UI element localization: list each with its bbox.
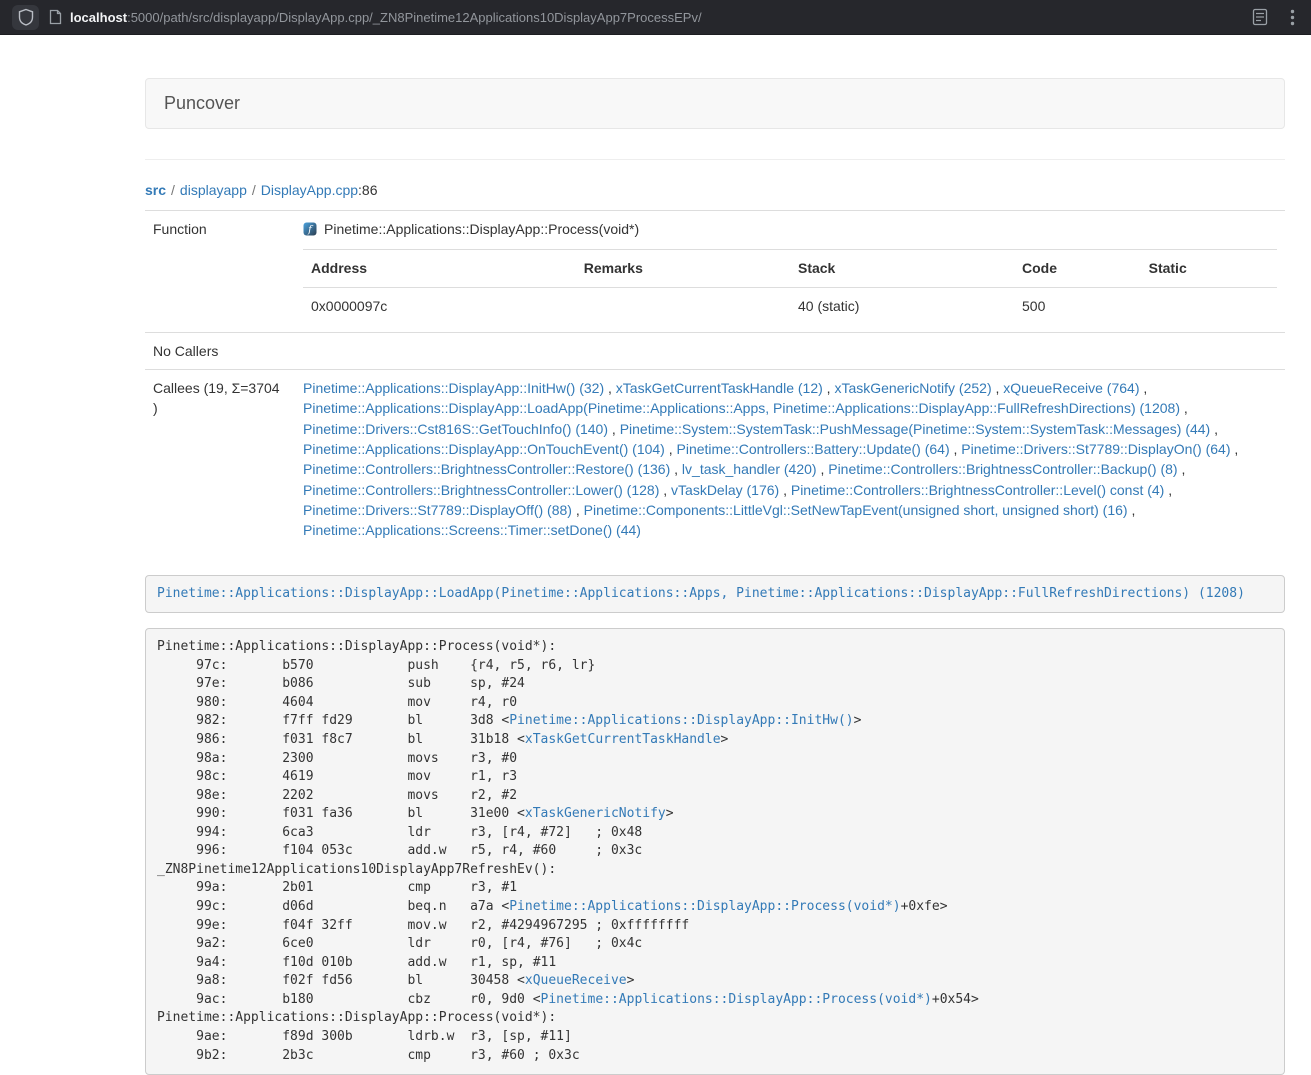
callee-link[interactable]: Pinetime::Applications::DisplayApp::Init… <box>303 380 604 396</box>
callee-link[interactable]: xTaskGenericNotify (252) <box>834 380 991 396</box>
symbol-link[interactable]: Pinetime::Applications::DisplayApp::Proc… <box>509 899 900 914</box>
callee-link[interactable]: Pinetime::Applications::Screens::Timer::… <box>303 522 641 538</box>
callees-list: Pinetime::Applications::DisplayApp::Init… <box>295 370 1285 549</box>
url-host: localhost <box>70 10 127 25</box>
col-address: Address <box>303 250 576 287</box>
col-remarks: Remarks <box>576 250 790 287</box>
callee-link[interactable]: Pinetime::Applications::DisplayApp::Load… <box>303 400 1180 416</box>
breadcrumb-displayapp[interactable]: displayapp <box>180 182 247 198</box>
callee-link[interactable]: Pinetime::Components::LittleVgl::SetNewT… <box>584 502 1128 518</box>
cell-static <box>1141 287 1277 324</box>
function-row: Function f <box>145 211 1285 333</box>
callee-link[interactable]: Pinetime::Controllers::BrightnessControl… <box>791 482 1164 498</box>
callee-link[interactable]: Pinetime::Controllers::BrightnessControl… <box>828 461 1177 477</box>
cell-address: 0x0000097c <box>303 287 576 324</box>
url-path: :5000/path/src/displayapp/DisplayApp.cpp… <box>127 10 702 25</box>
callee-link[interactable]: Pinetime::System::SystemTask::PushMessag… <box>620 421 1211 437</box>
breadcrumb: src/displayapp/DisplayApp.cpp:86 <box>145 180 1285 200</box>
page-content: Puncover src/displayapp/DisplayApp.cpp:8… <box>145 35 1285 1075</box>
selected-callee-box: Pinetime::Applications::DisplayApp::Load… <box>145 575 1285 614</box>
cell-remarks <box>576 287 790 324</box>
breadcrumb-file[interactable]: DisplayApp.cpp <box>261 182 358 198</box>
callee-link[interactable]: lv_task_handler (420) <box>682 461 817 477</box>
menu-button[interactable] <box>1288 7 1297 28</box>
no-callers-row: No Callers <box>145 332 1285 369</box>
url-bar[interactable]: localhost:5000/path/src/displayapp/Displ… <box>49 9 1240 25</box>
kebab-menu-icon <box>1290 9 1295 26</box>
toolbar-actions <box>1250 6 1297 28</box>
function-label: Function <box>145 211 295 333</box>
divider <box>145 159 1285 160</box>
function-stats-table: Address Remarks Stack Code Static 0x0000… <box>303 249 1277 324</box>
function-icon: f <box>303 222 317 236</box>
stats-header-row: Address Remarks Stack Code Static <box>303 250 1277 287</box>
stats-value-row: 0x0000097c 40 (static) 500 <box>303 287 1277 324</box>
callee-link[interactable]: Pinetime::Controllers::BrightnessControl… <box>303 482 659 498</box>
shield-button[interactable] <box>12 5 39 30</box>
col-code: Code <box>1014 250 1141 287</box>
symbol-link[interactable]: xQueueReceive <box>525 973 627 988</box>
callee-link[interactable]: Pinetime::Drivers::Cst816S::GetTouchInfo… <box>303 421 608 437</box>
breadcrumb-src[interactable]: src <box>145 182 166 198</box>
breadcrumb-line-number: :86 <box>358 182 377 198</box>
symbol-link[interactable]: xTaskGenericNotify <box>525 806 666 821</box>
callees-label: Callees (19, Σ=3704 ) <box>145 370 295 549</box>
reader-view-icon <box>1252 8 1268 26</box>
breadcrumb-separator: / <box>247 182 261 198</box>
callee-link[interactable]: Pinetime::Applications::DisplayApp::OnTo… <box>303 441 665 457</box>
cell-code: 500 <box>1014 287 1141 324</box>
callee-link[interactable]: vTaskDelay (176) <box>671 482 779 498</box>
reader-view-button[interactable] <box>1250 6 1270 28</box>
browser-toolbar: localhost:5000/path/src/displayapp/Displ… <box>0 0 1311 35</box>
app-navbar: Puncover <box>145 78 1285 129</box>
callee-link[interactable]: xTaskGetCurrentTaskHandle (12) <box>616 380 823 396</box>
app-brand[interactable]: Puncover <box>164 93 240 114</box>
breadcrumb-separator: / <box>166 182 180 198</box>
col-static: Static <box>1141 250 1277 287</box>
shield-icon <box>18 8 34 26</box>
no-callers-label: No Callers <box>145 332 295 369</box>
col-stack: Stack <box>790 250 1014 287</box>
selected-callee-link[interactable]: Pinetime::Applications::DisplayApp::Load… <box>157 586 1245 601</box>
callee-link[interactable]: Pinetime::Controllers::BrightnessControl… <box>303 461 670 477</box>
symbol-link[interactable]: Pinetime::Applications::DisplayApp::Init… <box>509 713 853 728</box>
symbol-link[interactable]: Pinetime::Applications::DisplayApp::Proc… <box>541 992 932 1007</box>
callee-link[interactable]: xQueueReceive (764) <box>1003 380 1139 396</box>
function-name: Pinetime::Applications::DisplayApp::Proc… <box>324 219 639 239</box>
symbol-link[interactable]: xTaskGetCurrentTaskHandle <box>525 732 721 747</box>
callee-link[interactable]: Pinetime::Controllers::Battery::Update()… <box>677 441 950 457</box>
callees-row: Callees (19, Σ=3704 ) Pinetime::Applicat… <box>145 370 1285 549</box>
callee-link[interactable]: Pinetime::Drivers::St7789::DisplayOff() … <box>303 502 572 518</box>
disassembly: Pinetime::Applications::DisplayApp::Proc… <box>145 628 1285 1075</box>
callee-link[interactable]: Pinetime::Drivers::St7789::DisplayOn() (… <box>961 441 1230 457</box>
page-icon <box>49 9 62 25</box>
function-table: Function f <box>145 210 1285 549</box>
cell-stack: 40 (static) <box>790 287 1014 324</box>
